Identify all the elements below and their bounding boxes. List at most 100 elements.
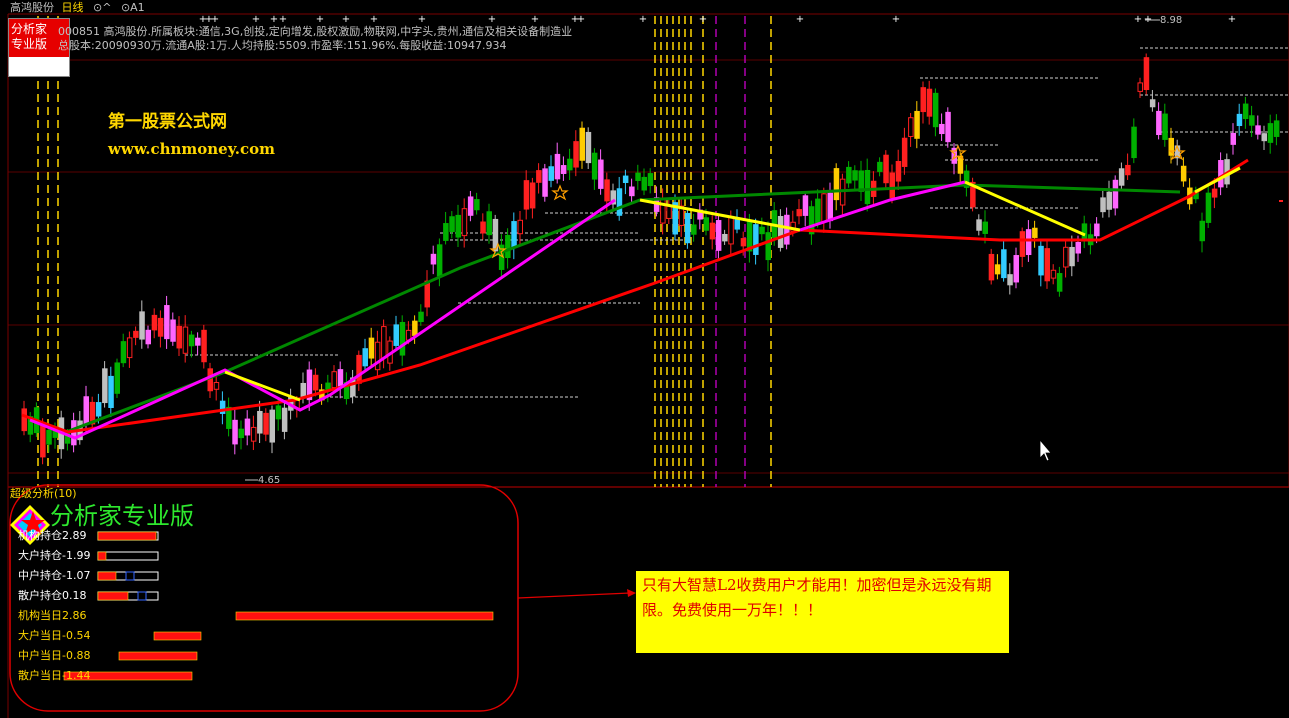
candle-body (170, 319, 176, 342)
signal-mark: + (211, 14, 219, 25)
candle-body (424, 280, 430, 308)
metric-bar (97, 551, 107, 561)
candle-body (1255, 125, 1261, 135)
candle-body (449, 216, 455, 233)
signal-mark: + (279, 14, 287, 25)
candle-body (523, 180, 530, 210)
cycle-label[interactable]: 日线 (62, 1, 84, 14)
candle-body (722, 233, 728, 242)
candle-body (461, 208, 468, 237)
metric-bar-marker (125, 571, 135, 581)
candle-body (622, 175, 629, 183)
candle-body (635, 172, 641, 181)
candle-body (629, 186, 635, 197)
candle-body (40, 423, 46, 458)
candle-body (1205, 192, 1212, 223)
candle-body (932, 92, 939, 128)
candle-body (356, 354, 362, 384)
metric-label: 中户当日-0.88 (18, 649, 91, 662)
metric-label: 散户当日-1.44 (18, 669, 91, 682)
candle-body (1094, 223, 1100, 237)
candle-body (1131, 126, 1137, 159)
candle-body (1118, 168, 1125, 186)
candle-body (703, 217, 709, 231)
candle-body (1273, 120, 1280, 137)
candle-body (139, 311, 145, 340)
bar-frame (97, 551, 159, 561)
candle-body (281, 407, 288, 432)
metric-bar (153, 631, 202, 641)
candle-body (1019, 231, 1026, 257)
candle-body (486, 211, 492, 236)
candle-body (257, 410, 263, 434)
candle-body (1180, 165, 1187, 182)
signal-mark: + (252, 14, 260, 25)
candle-body (443, 223, 449, 241)
candle-body (1038, 245, 1044, 276)
yellow-trend-line (224, 370, 301, 402)
signal-mark: + (796, 14, 804, 25)
candle-body (213, 382, 220, 390)
candle-body (108, 375, 114, 408)
control-toggle-2[interactable]: ⊙A1 (121, 1, 145, 14)
metric-bar (97, 591, 129, 601)
candle-body (1162, 113, 1168, 140)
candle-body (374, 341, 381, 371)
metric-bar (97, 571, 117, 581)
candle-body (647, 173, 654, 187)
candle-body (852, 170, 858, 181)
candle-body (480, 221, 486, 234)
candle-body (548, 166, 554, 181)
candle-body (1075, 241, 1081, 254)
candle-body (133, 330, 139, 338)
green-trend-line (65, 183, 1181, 434)
candle-body (833, 168, 840, 201)
control-toggle-1[interactable]: ⊙^ (93, 1, 111, 14)
candle-body (1063, 246, 1069, 268)
candle-body (1249, 115, 1255, 126)
candle-body (436, 244, 443, 277)
watermark-url: www.chnmoney.com (108, 140, 275, 158)
candle-body (883, 154, 889, 184)
signal-mark: + (316, 14, 324, 25)
panel-title[interactable]: 超级分析(10) (10, 487, 77, 500)
watermark-site-name: 第一股票公式网 (108, 112, 227, 132)
signal-mark: + (370, 14, 378, 25)
candle-body (877, 161, 883, 172)
candle-body (926, 88, 933, 117)
candle-body (145, 329, 151, 345)
candle-body (728, 215, 734, 245)
indicator-bars (63, 531, 494, 681)
candle-body (1106, 191, 1112, 210)
metric-label: 机构持仓2.89 (18, 529, 87, 542)
candle-body (536, 170, 542, 183)
candle-body (734, 218, 740, 230)
candle-body (684, 212, 691, 244)
candle-body (505, 234, 511, 259)
candle-body (201, 329, 207, 363)
candle-body (821, 193, 827, 223)
note-arrow-head (627, 589, 636, 597)
candle-body (982, 221, 988, 234)
candle-body (709, 222, 716, 240)
signal-mark: + (699, 14, 707, 25)
candle-body (232, 419, 238, 445)
candle-body (598, 159, 604, 189)
candle-body (362, 348, 368, 367)
magenta-trend-line (29, 198, 616, 440)
signal-mark: + (488, 14, 496, 25)
candle-body (1156, 110, 1162, 136)
candle-body (331, 371, 337, 389)
candle-body (399, 321, 406, 356)
low-price-label: 4.65 (258, 475, 281, 486)
candle-body (740, 238, 747, 247)
candle-body (195, 337, 201, 346)
candle-body (604, 179, 610, 202)
signal-mark: + (270, 14, 278, 25)
candle-body (560, 165, 567, 174)
metric-bar-marker (137, 591, 147, 601)
candle-body (908, 117, 914, 137)
stock-info-line-2: 总股本:20090930万.流通A股:1万.人均持股:5509.市盈率:151.… (58, 39, 507, 52)
signal-mark: + (342, 14, 350, 25)
candle-body (660, 197, 666, 224)
